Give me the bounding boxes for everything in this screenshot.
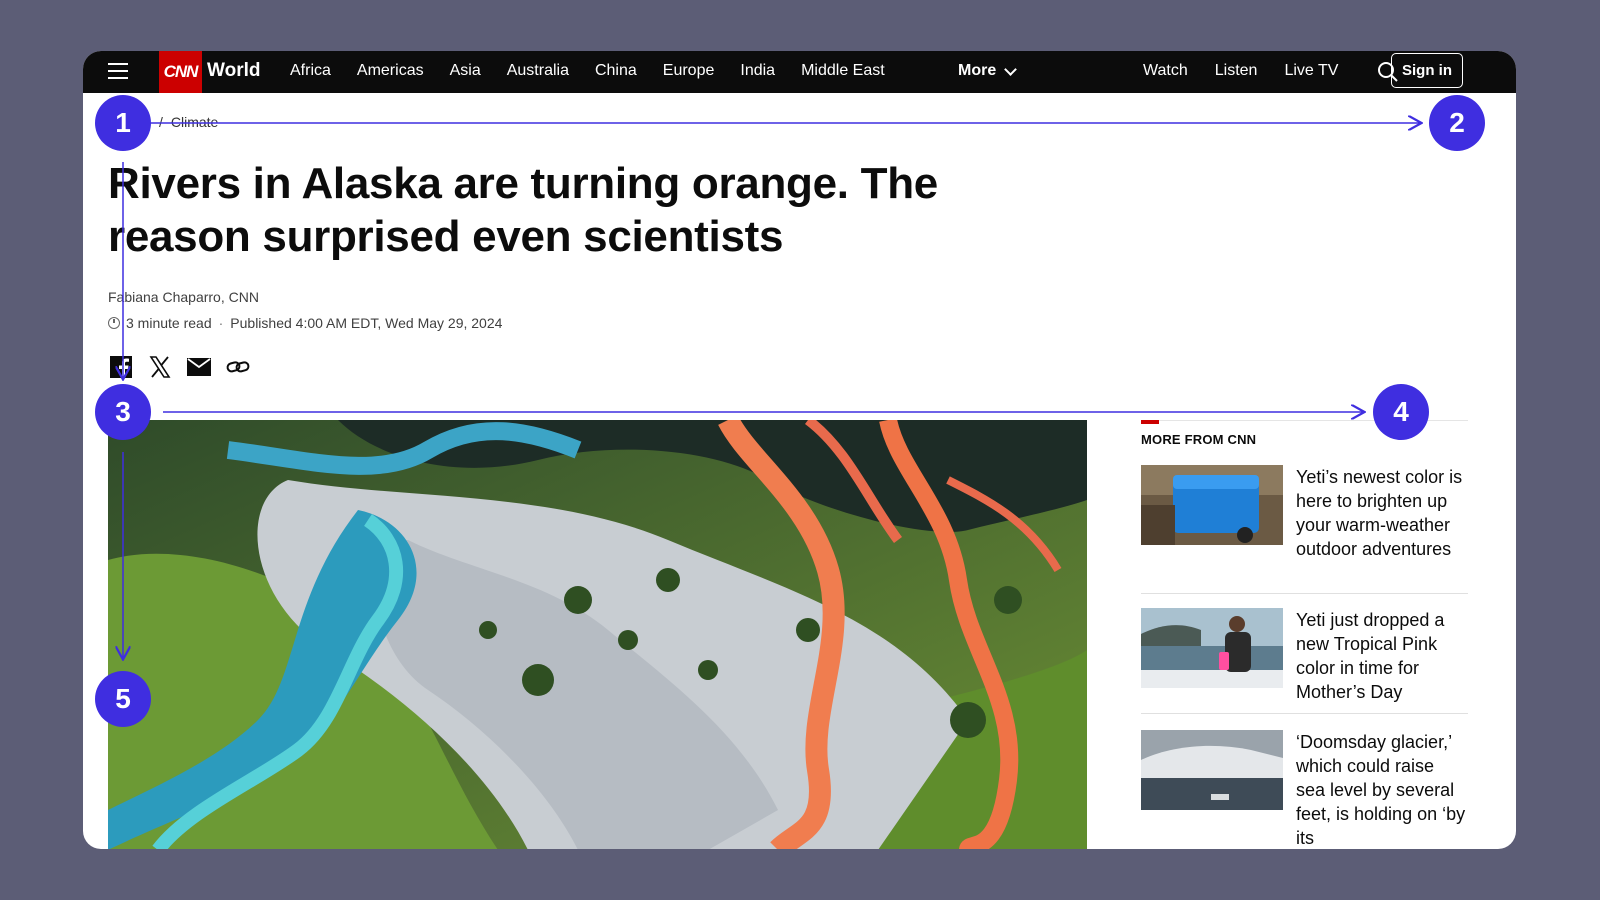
sidebar-divider <box>1141 593 1468 594</box>
nav-more-button[interactable]: More <box>958 62 1018 80</box>
menu-icon[interactable] <box>108 63 128 80</box>
cnn-logo[interactable]: CNN <box>159 51 202 93</box>
breadcrumb-climate[interactable]: Climate <box>171 114 218 130</box>
nav-link-india[interactable]: India <box>740 62 775 80</box>
link-icon[interactable] <box>225 356 251 378</box>
sign-in-button[interactable]: Sign in <box>1391 53 1463 88</box>
sidebar-divider <box>1141 713 1468 714</box>
browser-window: CNN World Africa Americas Asia Australia… <box>83 51 1516 849</box>
thumbnail-glacier[interactable] <box>1141 730 1283 810</box>
email-icon[interactable] <box>186 356 212 378</box>
sidebar-title: MORE FROM CNN <box>1141 432 1257 447</box>
published-date: Published 4:00 AM EDT, Wed May 29, 2024 <box>230 315 503 331</box>
breadcrumb-separator: / <box>159 114 163 130</box>
nav-link-australia[interactable]: Australia <box>507 62 569 80</box>
clock-icon <box>108 317 120 329</box>
sidebar-item-text[interactable]: ‘Doomsday glacier,’ which could raise se… <box>1296 730 1468 849</box>
share-bar <box>108 356 264 378</box>
nav-link-listen[interactable]: Listen <box>1215 62 1258 80</box>
article-headline: Rivers in Alaska are turning orange. The… <box>108 159 938 261</box>
breadcrumb: / Climate <box>159 114 218 130</box>
nav-link-americas[interactable]: Americas <box>357 62 424 80</box>
read-time: 3 minute read <box>126 315 212 331</box>
chevron-down-icon <box>1004 62 1018 76</box>
nav-link-middle-east[interactable]: Middle East <box>801 62 885 80</box>
sidebar-item-text[interactable]: Yeti’s newest color is here to brighten … <box>1296 465 1468 561</box>
sidebar-rule <box>1141 420 1468 421</box>
thumbnail-boat[interactable] <box>1141 608 1283 688</box>
nav-link-watch[interactable]: Watch <box>1143 62 1188 80</box>
thumbnail-cooler[interactable] <box>1141 465 1283 545</box>
nav-links: Africa Americas Asia Australia China Eur… <box>290 62 911 80</box>
sidebar-item-text[interactable]: Yeti just dropped a new Tropical Pink co… <box>1296 608 1468 704</box>
section-title[interactable]: World <box>207 60 260 82</box>
meta-dot: · <box>218 315 224 331</box>
article-meta: 3 minute read · Published 4:00 AM EDT, W… <box>108 315 502 331</box>
top-nav: CNN World Africa Americas Asia Australia… <box>83 51 1516 93</box>
facebook-icon[interactable] <box>108 356 134 378</box>
nav-link-europe[interactable]: Europe <box>663 62 715 80</box>
hero-image[interactable] <box>108 420 1087 849</box>
x-icon[interactable] <box>147 356 173 378</box>
byline[interactable]: Fabiana Chaparro, CNN <box>108 289 259 305</box>
nav-link-china[interactable]: China <box>595 62 637 80</box>
nav-link-africa[interactable]: Africa <box>290 62 331 80</box>
sidebar-accent <box>1141 420 1159 424</box>
nav-link-asia[interactable]: Asia <box>450 62 481 80</box>
nav-link-live-tv[interactable]: Live TV <box>1284 62 1338 80</box>
nav-media-links: Watch Listen Live TV <box>1143 62 1365 80</box>
nav-more-label: More <box>958 62 997 79</box>
